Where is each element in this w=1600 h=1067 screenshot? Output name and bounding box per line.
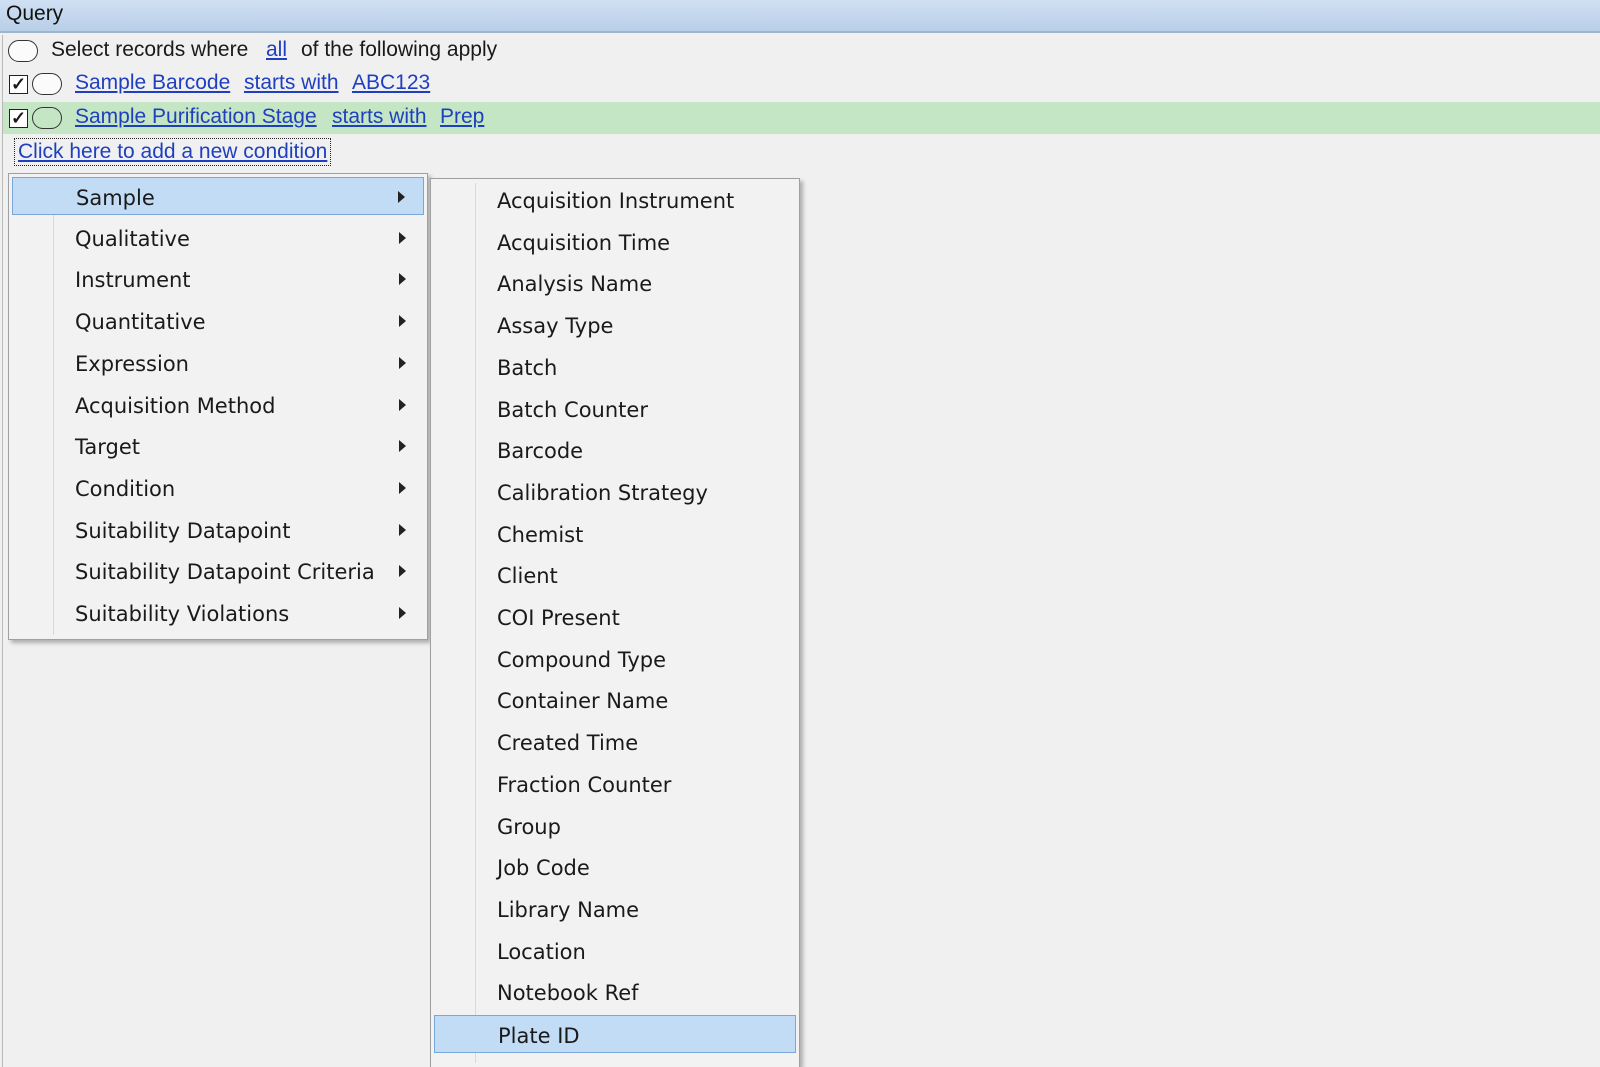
submenu-item-batch[interactable]: Batch bbox=[434, 348, 796, 386]
window-title-bar: Query bbox=[0, 0, 1600, 33]
menu-item-suitability-violations[interactable]: Suitability Violations bbox=[12, 594, 424, 632]
submenu-item-library-name[interactable]: Library Name bbox=[434, 890, 796, 928]
submenu-arrow-icon bbox=[399, 565, 406, 578]
submenu-item-label: Fraction Counter bbox=[497, 772, 672, 797]
submenu-item-label: Batch Counter bbox=[497, 397, 648, 422]
menu-item-condition[interactable]: Condition bbox=[12, 469, 424, 507]
submenu-item-created-time[interactable]: Created Time bbox=[434, 723, 796, 761]
submenu-arrow-icon bbox=[399, 231, 406, 244]
submenu-item-label: Assay Type bbox=[497, 314, 614, 339]
condition-field-link[interactable]: Sample Purification Stage bbox=[75, 105, 317, 129]
submenu-arrow-icon bbox=[399, 398, 406, 411]
submenu-item-label: Library Name bbox=[497, 897, 640, 922]
condition-operator-link[interactable]: starts with bbox=[244, 71, 339, 95]
sample-field-submenu: Acquisition Instrument Acquisition Time An… bbox=[430, 178, 800, 1067]
menu-item-label: Sample bbox=[76, 186, 155, 210]
submenu-item-coi-present[interactable]: COI Present bbox=[434, 598, 796, 636]
submenu-arrow-icon bbox=[399, 440, 406, 453]
submenu-item-location[interactable]: Location bbox=[434, 932, 796, 970]
menu-item-quantitative[interactable]: Quantitative bbox=[12, 302, 424, 340]
submenu-item-label: Batch bbox=[497, 355, 558, 380]
submenu-item-plate-id[interactable]: Plate ID bbox=[434, 1015, 796, 1053]
menu-item-label: Quantitative bbox=[75, 310, 206, 335]
menu-item-instrument[interactable]: Instrument bbox=[12, 260, 424, 298]
group-toggle[interactable] bbox=[8, 40, 38, 62]
menu-item-label: Suitability Datapoint Criteria bbox=[75, 560, 375, 585]
menu-item-label: Instrument bbox=[75, 268, 191, 293]
query-header-row: Select records where all of the followin… bbox=[3, 35, 1600, 67]
menu-item-acquisition-method[interactable]: Acquisition Method bbox=[12, 386, 424, 424]
submenu-item-job-code[interactable]: Job Code bbox=[434, 848, 796, 886]
menu-item-label: Suitability Datapoint bbox=[75, 518, 291, 543]
submenu-item-label: COI Present bbox=[497, 606, 620, 630]
submenu-item-client[interactable]: Client bbox=[434, 556, 796, 594]
add-condition-link[interactable]: Click here to add a new condition bbox=[14, 138, 332, 166]
condition-field-link[interactable]: Sample Barcode bbox=[75, 71, 230, 95]
submenu-item-acquisition-instrument[interactable]: Acquisition Instrument bbox=[434, 181, 796, 219]
submenu-item-chemist[interactable]: Chemist bbox=[434, 515, 796, 553]
submenu-item-label: Notebook Ref bbox=[497, 981, 639, 1006]
submenu-item-barcode[interactable]: Barcode bbox=[434, 431, 796, 469]
condition-value-link[interactable]: Prep bbox=[440, 105, 484, 129]
submenu-item-label: Analysis Name bbox=[497, 272, 653, 297]
field-category-menu: Sample Qualitative Instrument Quantitative E… bbox=[8, 173, 428, 640]
match-mode-link[interactable]: all bbox=[266, 38, 287, 62]
menu-item-label: Condition bbox=[75, 476, 176, 501]
condition-toggle[interactable] bbox=[32, 73, 62, 95]
submenu-item-label: Client bbox=[497, 564, 558, 589]
submenu-item-analysis-name[interactable]: Analysis Name bbox=[434, 264, 796, 302]
menu-item-label: Expression bbox=[75, 351, 189, 376]
menu-item-label: Acquisition Method bbox=[75, 393, 276, 418]
submenu-arrow-icon bbox=[399, 315, 406, 328]
submenu-arrow-icon bbox=[399, 273, 406, 286]
condition-operator-link[interactable]: starts with bbox=[332, 105, 427, 129]
menu-item-expression[interactable]: Expression bbox=[12, 344, 424, 382]
submenu-item-label: Location bbox=[497, 939, 586, 964]
submenu-arrow-icon bbox=[399, 356, 406, 369]
submenu-item-label: Barcode bbox=[497, 439, 584, 464]
submenu-item-group[interactable]: Group bbox=[434, 807, 796, 845]
submenu-arrow-icon bbox=[399, 607, 406, 619]
submenu-item-calibration-strategy[interactable]: Calibration Strategy bbox=[434, 473, 796, 511]
submenu-item-label: Compound Type bbox=[497, 647, 667, 672]
menu-item-suitability-datapoint-criteria[interactable]: Suitability Datapoint Criteria bbox=[12, 552, 424, 590]
condition-enabled-checkbox[interactable]: ✓ bbox=[9, 75, 28, 94]
condition-row: ✓ Sample Barcode starts with ABC123 bbox=[3, 68, 1600, 100]
submenu-item-container-name[interactable]: Container Name bbox=[434, 681, 796, 719]
submenu-item-label: Plate ID bbox=[498, 1024, 580, 1048]
menu-item-suitability-datapoint[interactable]: Suitability Datapoint bbox=[12, 511, 424, 549]
condition-row-highlighted: ✓ Sample Purification Stage starts with … bbox=[3, 102, 1600, 134]
submenu-item-label: Job Code bbox=[497, 856, 590, 881]
menu-item-label: Target bbox=[75, 435, 140, 460]
condition-value-link[interactable]: ABC123 bbox=[352, 71, 430, 95]
query-suffix: of the following apply bbox=[301, 38, 498, 61]
submenu-item-label: Container Name bbox=[497, 689, 669, 714]
submenu-item-compound-type[interactable]: Compound Type bbox=[434, 640, 796, 678]
submenu-arrow-icon bbox=[398, 191, 405, 203]
query-prefix: Select records where bbox=[51, 38, 249, 61]
submenu-item-label: Calibration Strategy bbox=[497, 480, 708, 505]
submenu-arrow-icon bbox=[399, 523, 406, 536]
submenu-item-acquisition-time[interactable]: Acquisition Time bbox=[434, 223, 796, 261]
condition-enabled-checkbox[interactable]: ✓ bbox=[9, 109, 28, 128]
window-title: Query bbox=[6, 2, 64, 25]
submenu-item-label: Chemist bbox=[497, 522, 584, 547]
submenu-item-batch-counter[interactable]: Batch Counter bbox=[434, 390, 796, 428]
condition-toggle[interactable] bbox=[32, 107, 62, 129]
submenu-item-label: Created Time bbox=[497, 731, 639, 756]
menu-item-label: Qualitative bbox=[75, 226, 190, 251]
menu-item-sample[interactable]: Sample bbox=[12, 177, 424, 215]
submenu-item-fraction-counter[interactable]: Fraction Counter bbox=[434, 765, 796, 803]
menu-item-qualitative[interactable]: Qualitative bbox=[12, 219, 424, 257]
submenu-item-label: Acquisition Instrument bbox=[497, 189, 735, 213]
menu-item-target[interactable]: Target bbox=[12, 427, 424, 465]
submenu-item-assay-type[interactable]: Assay Type bbox=[434, 306, 796, 344]
submenu-arrow-icon bbox=[399, 481, 406, 494]
submenu-item-label: Group bbox=[497, 814, 561, 839]
submenu-item-notebook-ref[interactable]: Notebook Ref bbox=[434, 973, 796, 1011]
menu-item-label: Suitability Violations bbox=[75, 602, 290, 626]
submenu-item-label: Acquisition Time bbox=[497, 230, 671, 255]
